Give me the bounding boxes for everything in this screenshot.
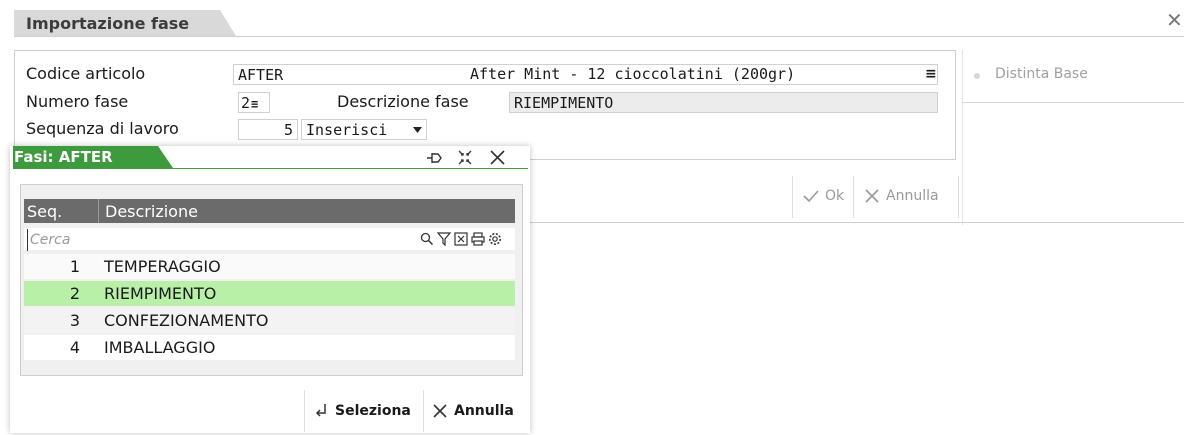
collapse-icon[interactable] <box>457 149 473 166</box>
filter-icon[interactable] <box>437 232 451 246</box>
seleziona-button-label: Seleziona <box>335 403 411 419</box>
table-row-selected[interactable]: 2 RIEMPIMENTO <box>24 281 515 306</box>
row-descrizione: RIEMPIMENTO <box>104 284 217 303</box>
descrizione-fase-field[interactable]: RIEMPIMENTO <box>509 92 938 113</box>
numero-fase-field[interactable]: 2≡ <box>238 92 270 113</box>
ok-button-label: Ok <box>825 188 845 204</box>
column-header-seq[interactable]: Seq. <box>27 202 62 221</box>
sequenza-value: 5 <box>283 121 293 139</box>
popup-title-divider <box>13 168 528 169</box>
right-panel-divider-h <box>962 102 1184 103</box>
table-row[interactable]: 4 IMBALLAGGIO <box>24 335 515 360</box>
seleziona-button[interactable]: Seleziona <box>305 392 422 432</box>
gear-icon[interactable] <box>488 232 502 246</box>
row-descrizione: TEMPERAGGIO <box>104 257 221 276</box>
distinta-base-status-icon <box>974 73 980 79</box>
popup-annulla-button[interactable]: Annulla <box>424 392 528 432</box>
codice-articolo-label: Codice articolo <box>26 64 146 83</box>
articolo-description: After Mint - 12 cioccolatini (200gr) <box>470 65 796 83</box>
descrizione-fase-value: RIEMPIMENTO <box>514 94 614 112</box>
descrizione-fase-label: Descrizione fase <box>337 92 469 111</box>
close-icon[interactable]: ✕ <box>1166 10 1183 30</box>
column-header-separator <box>98 199 99 223</box>
row-descrizione: IMBALLAGGIO <box>104 338 216 357</box>
column-header-descrizione[interactable]: Descrizione <box>105 202 198 221</box>
popup-annulla-button-label: Annulla <box>454 403 514 419</box>
sequenza-mode-value: Inserisci <box>306 121 388 139</box>
annulla-button-label: Annulla <box>886 188 939 204</box>
close-icon[interactable] <box>489 149 506 166</box>
excel-export-icon[interactable] <box>454 232 468 246</box>
sequenza-mode-select[interactable]: Inserisci <box>301 119 427 140</box>
numero-fase-menu-icon[interactable]: ≡ <box>251 97 258 111</box>
search-input[interactable] <box>27 229 392 251</box>
close-icon <box>432 403 448 419</box>
codice-articolo-value: AFTER <box>238 66 284 84</box>
row-seq: 4 <box>69 338 80 357</box>
right-panel-divider <box>962 50 963 225</box>
sequenza-label: Sequenza di lavoro <box>26 119 179 138</box>
distinta-base-link[interactable]: Distinta Base <box>995 66 1088 82</box>
table-row[interactable]: 3 CONFEZIONAMENTO <box>24 308 515 333</box>
enter-icon <box>315 403 329 419</box>
search-icon[interactable] <box>420 232 434 246</box>
annulla-button[interactable]: Annulla <box>853 176 959 218</box>
row-seq: 2 <box>69 284 80 303</box>
ok-button[interactable]: Ok <box>792 176 853 218</box>
row-descrizione: CONFEZIONAMENTO <box>104 311 269 330</box>
check-icon <box>803 189 819 203</box>
codice-articolo-menu-icon[interactable]: ≡ <box>925 64 937 85</box>
close-icon <box>864 188 880 204</box>
pin-icon[interactable] <box>426 150 446 166</box>
table-row[interactable]: 1 TEMPERAGGIO <box>24 254 515 279</box>
print-icon[interactable] <box>471 232 485 246</box>
numero-fase-value: 2 <box>241 94 251 112</box>
popup-title: Fasi: AFTER <box>14 148 113 166</box>
window-title-divider <box>14 36 1184 37</box>
row-seq: 1 <box>69 257 80 276</box>
chevron-down-icon <box>413 127 422 133</box>
sequenza-field[interactable]: 5 <box>238 119 298 140</box>
window-title: Importazione fase <box>26 14 190 33</box>
row-seq: 3 <box>69 311 80 330</box>
numero-fase-label: Numero fase <box>26 92 129 111</box>
